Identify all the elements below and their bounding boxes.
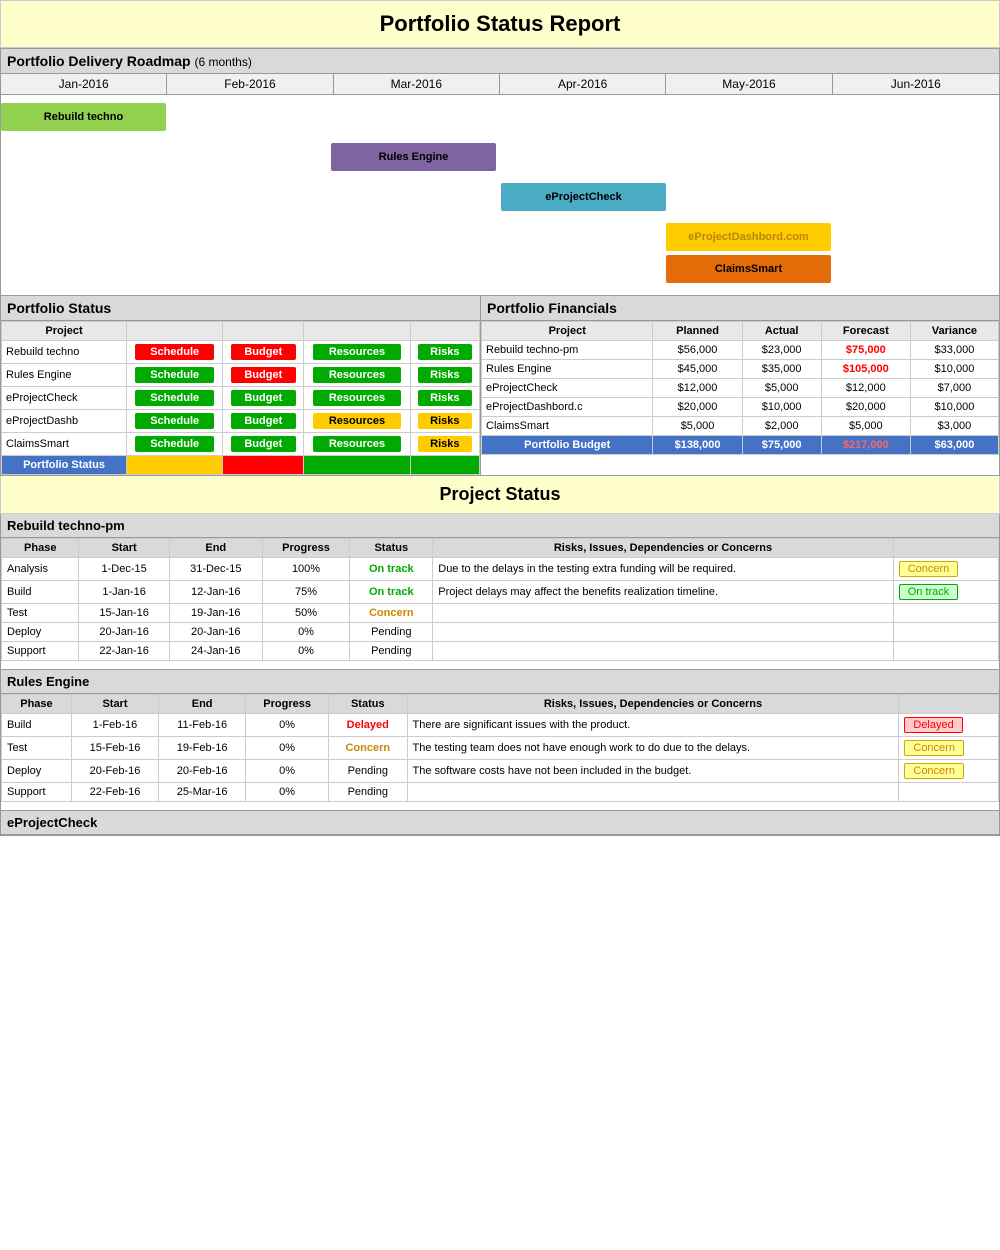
portfolio-financials-section: Portfolio Financials Project Planned Act…	[481, 296, 999, 475]
status-row: eProjectCheck Schedule Budget Resources …	[2, 387, 480, 410]
risks-badge: Risks	[418, 344, 472, 360]
fin-col-project: Project	[482, 322, 653, 341]
spacer	[1, 661, 999, 669]
budget-badge: Budget	[231, 344, 296, 360]
budget-badge: Budget	[231, 367, 296, 383]
fin-row: eProjectDashbord.c $20,000 $10,000 $20,0…	[482, 398, 999, 417]
project-name: Rules Engine	[2, 364, 127, 387]
project-block: Rules Engine Phase Start End Progress St…	[0, 670, 1000, 811]
risks-badge: Risks	[418, 436, 472, 452]
phase-row: Deploy 20-Jan-16 20-Jan-16 0% Pending	[2, 623, 999, 642]
concern-badge: Concern	[904, 763, 964, 779]
spacer	[1, 802, 999, 810]
phase-row: Support 22-Feb-16 25-Mar-16 0% Pending	[2, 783, 999, 802]
roadmap-months: Jan-2016 Feb-2016 Mar-2016 Apr-2016 May-…	[1, 74, 999, 95]
concern-badge: Concern	[899, 561, 959, 577]
budget-badge: Budget	[231, 436, 296, 452]
phase-table: Phase Start End Progress Status Risks, I…	[1, 694, 999, 802]
month-apr: Apr-2016	[500, 74, 666, 94]
resources-badge: Resources	[313, 436, 401, 452]
fin-row: ClaimsSmart $5,000 $2,000 $5,000 $3,000	[482, 417, 999, 436]
portfolio-summary-row: Portfolio Status	[2, 456, 480, 475]
month-may: May-2016	[666, 74, 832, 94]
gantt-bar: Rules Engine	[331, 143, 496, 171]
portfolio-two-col: Portfolio Status Project Rebuild techno …	[0, 296, 1000, 476]
portfolio-financials-table: Project Planned Actual Forecast Variance…	[481, 321, 999, 455]
risks-badge: Risks	[418, 413, 472, 429]
concern-badge: Concern	[904, 740, 964, 756]
phase-row: Deploy 20-Feb-16 20-Feb-16 0% Pending Th…	[2, 760, 999, 783]
project-block: Rebuild techno-pm Phase Start End Progre…	[0, 514, 1000, 670]
page-title: Portfolio Status Report	[0, 0, 1000, 48]
fin-project-name: eProjectCheck	[482, 379, 653, 398]
project-name: eProjectDashb	[2, 410, 127, 433]
portfolio-status-section: Portfolio Status Project Rebuild techno …	[1, 296, 481, 475]
schedule-badge: Schedule	[135, 390, 213, 406]
project-name-header: Rebuild techno-pm	[1, 514, 999, 538]
month-mar: Mar-2016	[334, 74, 500, 94]
gantt-bar: Rebuild techno	[1, 103, 166, 131]
fin-project-name: Rebuild techno-pm	[482, 341, 653, 360]
concern-badge: Delayed	[904, 717, 962, 733]
month-jun: Jun-2016	[833, 74, 999, 94]
roadmap-body: Rebuild techno Rules EngineeProjectChecke…	[1, 95, 999, 295]
fin-row: Rules Engine $45,000 $35,000 $105,000 $1…	[482, 360, 999, 379]
portfolio-financials-header: Portfolio Financials	[481, 296, 999, 321]
phase-row: Analysis 1-Dec-15 31-Dec-15 100% On trac…	[2, 558, 999, 581]
resources-badge: Resources	[313, 367, 401, 383]
phase-row: Test 15-Jan-16 19-Jan-16 50% Concern	[2, 604, 999, 623]
project-name: Rebuild techno	[2, 341, 127, 364]
gantt-bar: ClaimsSmart	[666, 255, 831, 283]
month-jan: Jan-2016	[1, 74, 167, 94]
phase-row: Support 22-Jan-16 24-Jan-16 0% Pending	[2, 642, 999, 661]
status-row: Rebuild techno Schedule Budget Resources…	[2, 341, 480, 364]
fin-project-name: Rules Engine	[482, 360, 653, 379]
schedule-badge: Schedule	[135, 436, 213, 452]
fin-col-planned: Planned	[653, 322, 742, 341]
schedule-badge: Schedule	[135, 367, 213, 383]
portfolio-status-header: Portfolio Status	[1, 296, 480, 321]
schedule-badge: Schedule	[135, 344, 213, 360]
gantt-bar: eProjectCheck	[501, 183, 666, 211]
phase-row: Build 1-Jan-16 12-Jan-16 75% On track Pr…	[2, 581, 999, 604]
fin-row: Rebuild techno-pm $56,000 $23,000 $75,00…	[482, 341, 999, 360]
status-row: eProjectDashb Schedule Budget Resources …	[2, 410, 480, 433]
fin-col-forecast: Forecast	[821, 322, 910, 341]
resources-badge: Resources	[313, 413, 401, 429]
project-name-header: Rules Engine	[1, 670, 999, 694]
month-feb: Feb-2016	[167, 74, 333, 94]
col-project: Project	[2, 322, 127, 341]
phase-row: Build 1-Feb-16 11-Feb-16 0% Delayed Ther…	[2, 714, 999, 737]
risks-badge: Risks	[418, 390, 472, 406]
risks-badge: Risks	[418, 367, 472, 383]
phase-table: Phase Start End Progress Status Risks, I…	[1, 538, 999, 661]
fin-project-name: eProjectDashbord.c	[482, 398, 653, 417]
project-status-title: Project Status	[0, 476, 1000, 514]
portfolio-status-table: Project Rebuild techno Schedule Budget R…	[1, 321, 480, 475]
project-name: ClaimsSmart	[2, 433, 127, 456]
roadmap-header: Portfolio Delivery Roadmap (6 months)	[1, 49, 999, 74]
phase-row: Test 15-Feb-16 19-Feb-16 0% Concern The …	[2, 737, 999, 760]
fin-project-name: ClaimsSmart	[482, 417, 653, 436]
concern-badge: On track	[899, 584, 959, 600]
gantt-bar: eProjectDashbord.com	[666, 223, 831, 251]
eproject-check-header: eProjectCheck	[1, 811, 999, 835]
budget-badge: Budget	[231, 413, 296, 429]
status-row: ClaimsSmart Schedule Budget Resources Ri…	[2, 433, 480, 456]
eproject-check-block: eProjectCheck	[0, 811, 1000, 836]
portfolio-fin-summary-row: Portfolio Budget $138,000 $75,000 $217,0…	[482, 436, 999, 455]
budget-badge: Budget	[231, 390, 296, 406]
resources-badge: Resources	[313, 390, 401, 406]
schedule-badge: Schedule	[135, 413, 213, 429]
fin-col-actual: Actual	[742, 322, 821, 341]
fin-col-variance: Variance	[910, 322, 998, 341]
status-row: Rules Engine Schedule Budget Resources R…	[2, 364, 480, 387]
fin-row: eProjectCheck $12,000 $5,000 $12,000 $7,…	[482, 379, 999, 398]
project-name: eProjectCheck	[2, 387, 127, 410]
resources-badge: Resources	[313, 344, 401, 360]
